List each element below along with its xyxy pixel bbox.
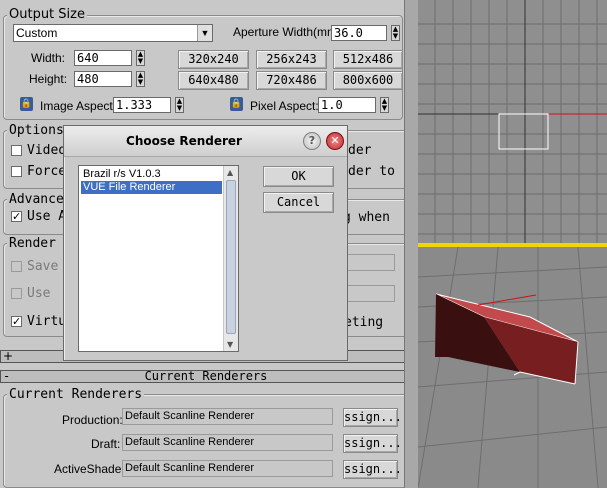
width-field[interactable]: 640	[74, 50, 132, 66]
choose-renderer-dialog: Choose Renderer ? ✕ Brazil r/s V1.0.3 VU…	[63, 125, 348, 361]
production-label: Production:	[62, 413, 123, 427]
save-checkbox[interactable]	[11, 261, 22, 272]
save-label: Save	[27, 259, 59, 274]
collapse-minus-icon: -	[3, 369, 11, 383]
activeshade-label: ActiveShade:	[54, 462, 125, 476]
production-assign-button[interactable]: ssign...	[343, 408, 402, 427]
advanced-when-label: g when	[343, 210, 390, 225]
scroll-up-arrow-icon[interactable]: ▲	[227, 168, 233, 177]
aperture-width-field[interactable]: 36.0	[331, 25, 387, 41]
use-checkbox[interactable]	[11, 288, 22, 299]
height-field[interactable]: 480	[74, 71, 132, 87]
preset-640x480-button[interactable]: 640x480	[178, 71, 249, 90]
activeshade-renderer-field: Default Scanline Renderer	[122, 460, 333, 477]
height-label: Height:	[29, 72, 68, 86]
expand-plus-icon: +	[3, 349, 14, 363]
activeshade-assign-button[interactable]: ssign...	[343, 460, 402, 479]
list-item-selected[interactable]: VUE File Renderer	[81, 181, 222, 194]
help-icon[interactable]: ?	[303, 132, 321, 150]
renderer-listbox[interactable]: Brazil r/s V1.0.3 VUE File Renderer ▲ ▼	[78, 165, 239, 352]
preset-320x240-button[interactable]: 320x240	[178, 50, 249, 69]
preset-800x600-button[interactable]: 800x600	[333, 71, 403, 90]
close-icon[interactable]: ✕	[326, 132, 344, 150]
net-render-label: eting	[344, 315, 384, 330]
dialog-title-bar[interactable]: Choose Renderer ? ✕	[64, 126, 347, 157]
preset-512x486-button[interactable]: 512x486	[333, 50, 403, 69]
ok-button[interactable]: OK	[263, 166, 334, 187]
preset-256x243-button[interactable]: 256x243	[256, 50, 327, 69]
aperture-width-spinner[interactable]: ▲ ▼	[391, 25, 400, 41]
preset-value: Custom	[16, 26, 58, 40]
listbox-scrollbar[interactable]: ▲ ▼	[223, 166, 238, 351]
list-item[interactable]: Brazil r/s V1.0.3	[81, 168, 222, 181]
width-label: Width:	[31, 51, 66, 65]
cancel-button[interactable]: Cancel	[263, 192, 334, 213]
image-aspect-field[interactable]: 1.333	[113, 97, 171, 113]
current-renderers-title: Current Renderers	[7, 387, 145, 402]
current-renderers-rollout-title: Current Renderers	[144, 369, 268, 383]
virtual-frame-buffer-label: Virtu	[27, 314, 67, 329]
video-checkbox[interactable]	[11, 145, 22, 156]
aperture-width-label: Aperture Width(mm):	[233, 25, 345, 39]
image-aspect-label: Image Aspect:	[40, 99, 117, 113]
top-viewport[interactable]	[418, 0, 607, 243]
draft-assign-button[interactable]: ssign...	[343, 434, 402, 453]
listbox-scroll-thumb[interactable]	[226, 180, 236, 334]
render-to-option-label: der to	[348, 164, 395, 179]
image-aspect-spinner[interactable]: ▲ ▼	[175, 97, 184, 113]
save-path-field	[345, 254, 395, 271]
preset-720x486-button[interactable]: 720x486	[256, 71, 327, 90]
draft-renderer-field: Default Scanline Renderer	[122, 434, 333, 451]
panel-scrollbar[interactable]	[404, 0, 419, 488]
pixel-aspect-label: Pixel Aspect:	[250, 99, 319, 113]
production-renderer-field: Default Scanline Renderer	[122, 408, 333, 425]
width-spinner[interactable]: ▲ ▼	[136, 50, 145, 66]
perspective-viewport-scene	[418, 247, 607, 488]
device-field	[345, 285, 395, 302]
options-title: Options	[7, 123, 66, 138]
pixel-aspect-spinner[interactable]: ▲ ▼	[380, 97, 389, 113]
top-viewport-grid	[418, 0, 607, 243]
height-spinner[interactable]: ▲ ▼	[136, 71, 145, 87]
video-label: Video	[27, 143, 67, 158]
perspective-viewport[interactable]	[418, 247, 607, 488]
dialog-title: Choose Renderer	[126, 134, 242, 148]
chevron-down-icon[interactable]: ▼	[197, 25, 212, 41]
output-size-title: Output Size	[7, 7, 87, 22]
current-renderers-rollout-bar[interactable]: - Current Renderers	[0, 370, 412, 383]
pixel-aspect-field[interactable]: 1.0	[318, 97, 376, 113]
render-option-label: der	[348, 143, 372, 158]
image-aspect-lock-icon[interactable]: 🔒	[20, 97, 33, 111]
use-label: Use	[27, 286, 51, 301]
force-checkbox[interactable]	[11, 166, 22, 177]
use-advanced-checkbox[interactable]: ✓	[11, 211, 22, 222]
output-size-preset-dropdown[interactable]: Custom ▼	[13, 24, 213, 42]
virtual-frame-buffer-checkbox[interactable]: ✓	[11, 316, 22, 327]
force-label: Force	[27, 164, 67, 179]
use-advanced-label: Use A	[27, 209, 67, 224]
scroll-down-arrow-icon[interactable]: ▼	[227, 340, 233, 349]
draft-label: Draft:	[91, 437, 121, 451]
pixel-aspect-lock-icon[interactable]: 🔒	[230, 97, 243, 111]
